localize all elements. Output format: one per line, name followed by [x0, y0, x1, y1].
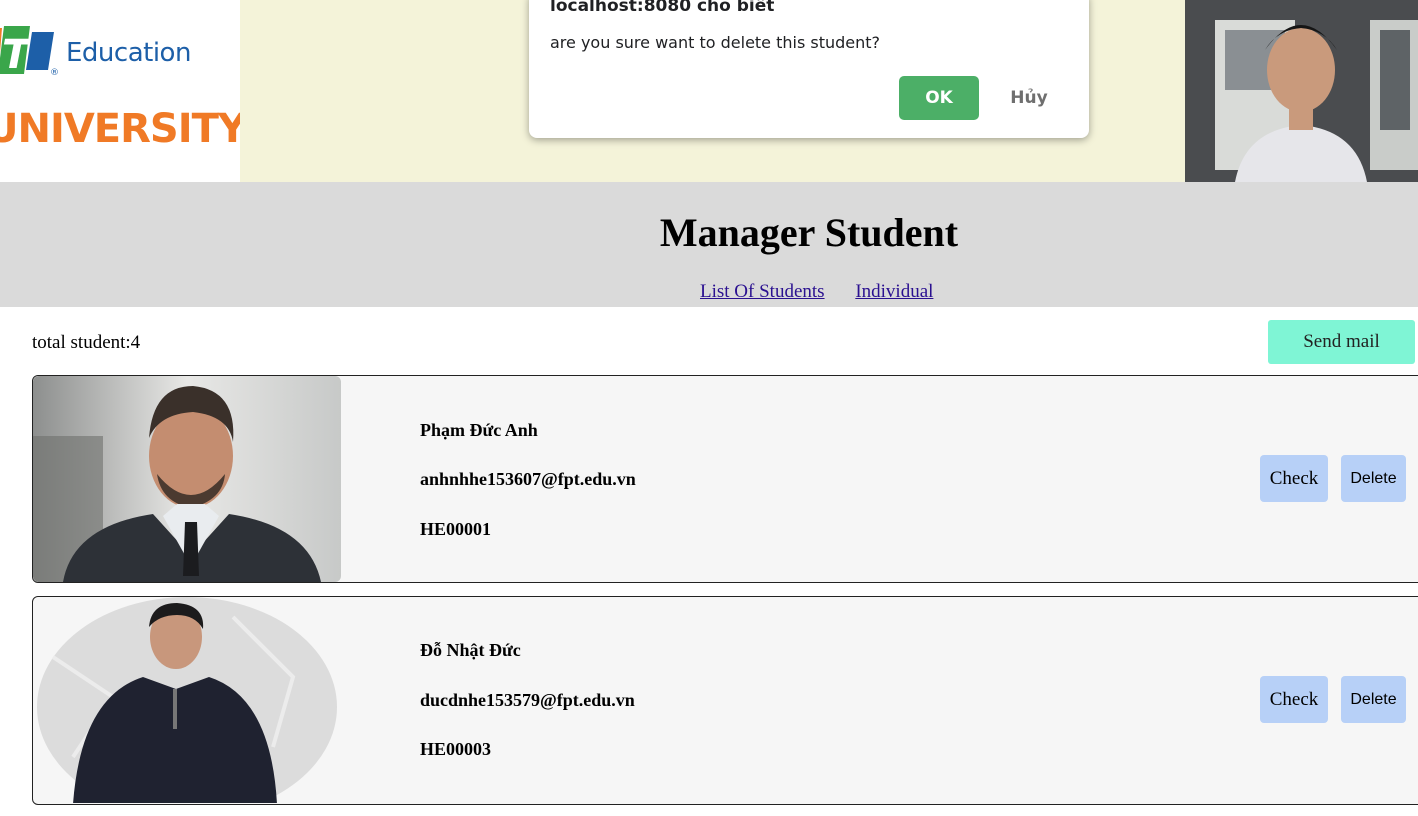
logo-university-text: UNIVERSITY — [0, 106, 240, 152]
dialog-title: localhost:8080 cho biết — [550, 0, 775, 16]
student-email: anhnhhe153607@fpt.edu.vn — [420, 469, 636, 489]
registered-mark: ® — [50, 68, 59, 78]
check-button[interactable]: Check — [1260, 455, 1328, 502]
page-title: Manager Student — [659, 210, 959, 255]
nav-links: List Of Students Individual — [700, 281, 959, 303]
check-button[interactable]: Check — [1260, 676, 1328, 723]
student-card: Phạm Đức Anh anhnhhe153607@fpt.edu.vn HE… — [32, 375, 1418, 583]
fpt-logo-icon: T — [0, 26, 54, 78]
delete-button[interactable]: Delete — [1341, 676, 1406, 723]
nav-individual-link[interactable]: Individual — [855, 281, 933, 302]
logo-education-text: Education — [66, 38, 191, 68]
student-id: HE00001 — [420, 519, 492, 539]
total-students-label: total student:4 — [32, 332, 141, 353]
student-card: Đỗ Nhật Đức ducdnhe153579@fpt.edu.vn HE0… — [32, 596, 1418, 805]
student-name: Đỗ Nhật Đức — [420, 640, 521, 660]
confirm-dialog: localhost:8080 cho biết are you sure wan… — [529, 0, 1089, 138]
fpt-education-logo: T Education ® UNIVERSITY — [0, 0, 240, 182]
page-header: Manager Student List Of Students Individ… — [0, 182, 1418, 307]
ok-button[interactable]: OK — [899, 76, 979, 120]
student-email: ducdnhe153579@fpt.edu.vn — [420, 690, 635, 710]
nav-list-of-students-link[interactable]: List Of Students — [700, 281, 825, 302]
student-photo — [33, 597, 341, 803]
delete-button[interactable]: Delete — [1341, 455, 1406, 502]
student-name: Phạm Đức Anh — [420, 420, 538, 440]
top-banner: T Education ® UNIVERSITY localhost:8080 … — [0, 0, 1418, 182]
svg-text:T: T — [2, 32, 32, 78]
cancel-button[interactable]: Hủy — [991, 76, 1067, 120]
student-id: HE00003 — [420, 739, 492, 759]
send-mail-button[interactable]: Send mail — [1268, 320, 1415, 364]
dialog-message: are you sure want to delete this student… — [550, 33, 881, 52]
user-profile-photo — [1185, 0, 1418, 182]
student-photo — [33, 376, 341, 582]
